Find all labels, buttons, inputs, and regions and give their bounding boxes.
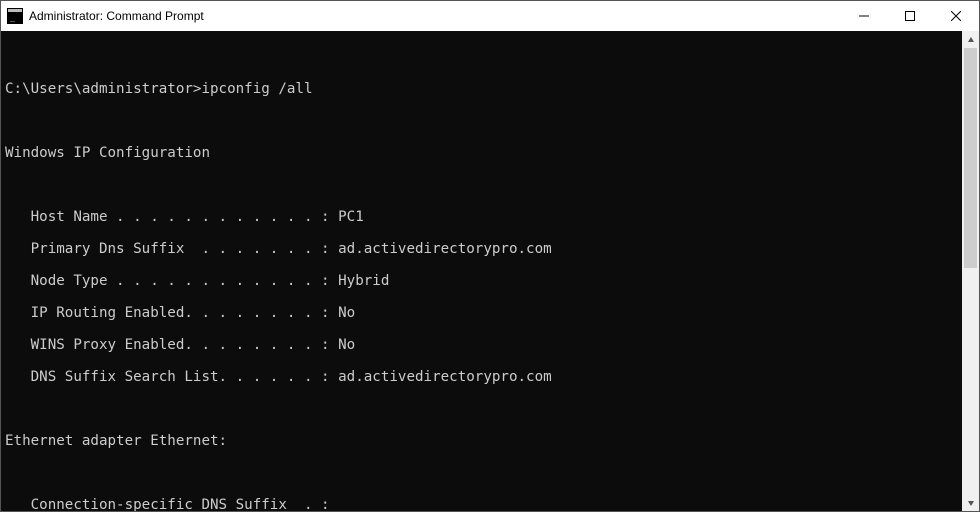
- blank-line: [5, 177, 958, 193]
- command-prompt-window: _ Administrator: Command Prompt C:\Users…: [0, 0, 980, 512]
- terminal-container: C:\Users\administrator>ipconfig /all Win…: [1, 31, 979, 511]
- scrollbar[interactable]: [962, 31, 979, 511]
- config-line: IP Routing Enabled. . . . . . . . : No: [5, 305, 958, 321]
- section-header: Windows IP Configuration: [5, 145, 958, 161]
- config-line: Primary Dns Suffix . . . . . . . : ad.ac…: [5, 241, 958, 257]
- config-line: Node Type . . . . . . . . . . . . : Hybr…: [5, 273, 958, 289]
- section-header: Ethernet adapter Ethernet:: [5, 433, 958, 449]
- scroll-down-button[interactable]: [962, 494, 979, 511]
- scroll-thumb[interactable]: [964, 48, 977, 268]
- minimize-button[interactable]: [841, 1, 887, 31]
- scroll-up-button[interactable]: [962, 31, 979, 48]
- cmd-icon: _: [7, 8, 23, 24]
- terminal-output[interactable]: C:\Users\administrator>ipconfig /all Win…: [1, 31, 962, 511]
- maximize-button[interactable]: [887, 1, 933, 31]
- scroll-track[interactable]: [962, 48, 979, 494]
- prompt-line: C:\Users\administrator>ipconfig /all: [5, 81, 958, 97]
- command-text: ipconfig /all: [201, 81, 312, 97]
- config-line: DNS Suffix Search List. . . . . . : ad.a…: [5, 369, 958, 385]
- close-button[interactable]: [933, 1, 979, 31]
- adapter-line: Connection-specific DNS Suffix . :: [5, 497, 958, 511]
- titlebar[interactable]: _ Administrator: Command Prompt: [1, 1, 979, 31]
- prompt-path: C:\Users\administrator>: [5, 81, 201, 97]
- blank-line: [5, 113, 958, 129]
- config-line: WINS Proxy Enabled. . . . . . . . : No: [5, 337, 958, 353]
- window-controls: [841, 1, 979, 31]
- blank-line: [5, 401, 958, 417]
- blank-line: [5, 465, 958, 481]
- blank-line: [5, 49, 958, 65]
- svg-text:_: _: [10, 13, 15, 22]
- window-title: Administrator: Command Prompt: [29, 9, 204, 23]
- config-line: Host Name . . . . . . . . . . . . : PC1: [5, 209, 958, 225]
